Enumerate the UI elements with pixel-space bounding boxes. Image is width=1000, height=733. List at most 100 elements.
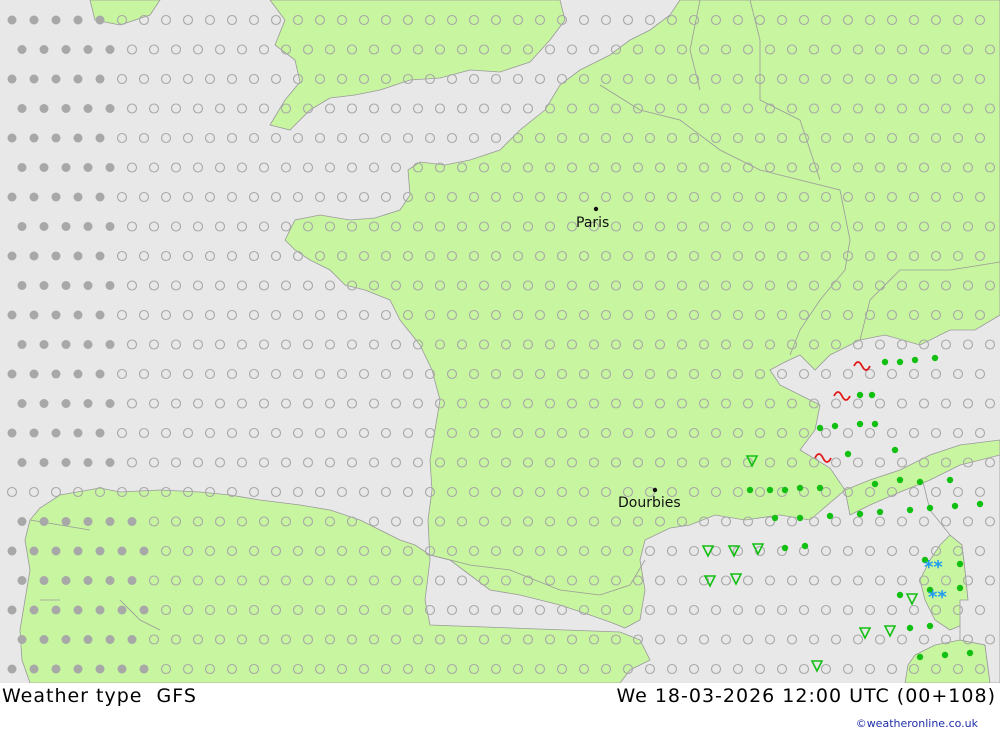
overcast-dot — [83, 635, 93, 644]
map-title: Weather type GFS — [2, 685, 197, 707]
overcast-dot — [29, 251, 39, 261]
rain-icon — [876, 508, 884, 516]
overcast-dot — [105, 458, 115, 467]
rain-icon — [896, 476, 904, 484]
overcast-dot — [51, 251, 61, 261]
overcast-dot — [7, 428, 17, 438]
rain-icon — [771, 514, 779, 522]
overcast-dot — [61, 399, 71, 408]
overcast-dot — [29, 664, 39, 674]
overcast-dot — [39, 163, 49, 172]
overcast-dot — [95, 428, 105, 438]
overcast-dot — [29, 133, 39, 143]
overcast-dot — [105, 45, 115, 54]
overcast-dot — [95, 15, 105, 25]
overcast-dot — [17, 104, 27, 113]
rain-icon — [844, 450, 852, 458]
overcast-dot — [51, 369, 61, 379]
overcast-dot — [39, 458, 49, 467]
overcast-dot — [105, 104, 115, 113]
overcast-dot — [61, 281, 71, 290]
overcast-dot — [73, 15, 83, 25]
overcast-dot — [117, 664, 127, 674]
rain-icon — [746, 486, 754, 494]
map-canvas: ** ** Paris Dourbies — [0, 0, 1000, 683]
overcast-dot — [83, 222, 93, 231]
overcast-dot — [83, 458, 93, 467]
overcast-dot — [83, 517, 93, 526]
overcast-dot — [17, 635, 27, 644]
rain-icon — [856, 510, 864, 518]
overcast-dot — [29, 369, 39, 379]
overcast-dot — [73, 428, 83, 438]
rain-icon — [796, 514, 804, 522]
rain-icon — [781, 486, 789, 494]
overcast-dot — [29, 310, 39, 320]
city-marker-dourbies — [652, 487, 658, 493]
overcast-dot — [51, 15, 61, 25]
overcast-dot — [95, 546, 105, 556]
rain-icon — [976, 500, 984, 508]
forecast-datetime: We 18-03-2026 12:00 UTC (00+108) — [616, 685, 996, 707]
snow-icon: ** — [928, 587, 947, 608]
overcast-dot — [39, 281, 49, 290]
rain-icon — [856, 391, 864, 399]
overcast-dot — [7, 251, 17, 261]
overcast-dot — [17, 458, 27, 467]
overcast-dot — [51, 310, 61, 320]
overcast-dot — [61, 458, 71, 467]
overcast-dot — [39, 399, 49, 408]
rain-icon — [871, 480, 879, 488]
rain-icon — [911, 356, 919, 364]
overcast-dot — [17, 45, 27, 54]
overcast-dot — [83, 163, 93, 172]
footer-bar: Weather type GFS We 18-03-2026 12:00 UTC… — [0, 683, 1000, 733]
overcast-dot — [51, 74, 61, 84]
overcast-dot — [105, 222, 115, 231]
rain-icon — [916, 478, 924, 486]
rain-icon — [896, 358, 904, 366]
overcast-dot — [39, 576, 49, 585]
city-label-dourbies: Dourbies — [618, 495, 681, 511]
overcast-dot — [39, 635, 49, 644]
overcast-dot — [29, 74, 39, 84]
overcast-dot — [139, 664, 149, 674]
overcast-dot — [105, 399, 115, 408]
overcast-dot — [39, 222, 49, 231]
rain-icon — [871, 420, 879, 428]
rain-icon — [926, 622, 934, 630]
overcast-dot — [83, 104, 93, 113]
overcast-dot — [73, 74, 83, 84]
overcast-dot — [61, 635, 71, 644]
credit-link[interactable]: ©weatheronline.co.uk — [856, 717, 978, 730]
overcast-dot — [105, 576, 115, 585]
overcast-dot — [95, 664, 105, 674]
overcast-dot — [7, 605, 17, 615]
rain-icon — [896, 591, 904, 599]
overcast-dot — [7, 310, 17, 320]
overcast-dot — [17, 340, 27, 349]
overcast-dot — [95, 605, 105, 615]
rain-icon — [906, 506, 914, 514]
snow-icon: ** — [924, 557, 943, 578]
overcast-dot — [83, 576, 93, 585]
overcast-dot — [73, 133, 83, 143]
overcast-dot — [61, 104, 71, 113]
overcast-dot — [117, 546, 127, 556]
rain-icon — [966, 649, 974, 657]
rain-icon — [856, 420, 864, 428]
overcast-dot — [95, 74, 105, 84]
rain-icon — [946, 476, 954, 484]
overcast-dot — [7, 74, 17, 84]
overcast-dot — [95, 369, 105, 379]
overcast-dot — [127, 635, 137, 644]
overcast-dot — [51, 428, 61, 438]
overcast-dot — [29, 546, 39, 556]
overcast-dot — [83, 340, 93, 349]
overcast-dot — [61, 517, 71, 526]
overcast-dot — [51, 546, 61, 556]
weather-map: ** ** Paris Dourbies — [0, 0, 1000, 683]
rain-icon — [781, 544, 789, 552]
overcast-dot — [139, 605, 149, 615]
overcast-dot — [105, 635, 115, 644]
